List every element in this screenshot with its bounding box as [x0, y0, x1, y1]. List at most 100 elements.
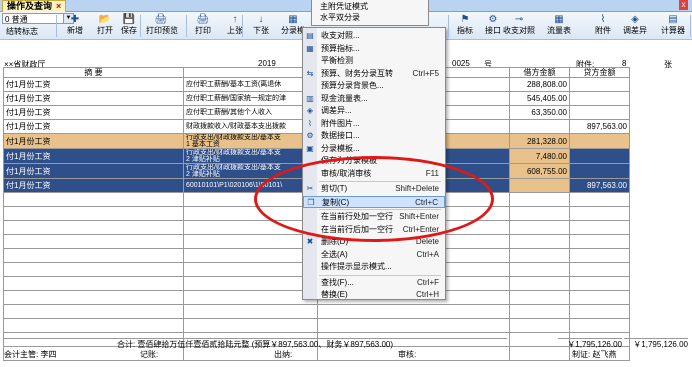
menu-item-16[interactable]: ✖ 删除(D) Delete [303, 236, 445, 248]
menu-item-8[interactable]: ⚙ 数据接口... [303, 130, 445, 142]
tab-operations[interactable]: 操作及查询 × [2, 0, 67, 12]
adjust-button[interactable]: ◈ 调差异 [618, 13, 652, 39]
attachment-button[interactable]: ⌇ 附件 [586, 13, 620, 39]
empty-cell[interactable] [3, 304, 184, 319]
tab-close-icon[interactable]: × [56, 1, 61, 11]
empty-cell[interactable] [3, 248, 184, 263]
empty-cell[interactable] [183, 192, 318, 207]
empty-cell[interactable] [183, 206, 318, 221]
transfer-flag-label[interactable]: 结转标志 [6, 26, 38, 37]
empty-cell[interactable] [569, 276, 630, 291]
empty-cell[interactable] [183, 248, 318, 263]
menu-item-6[interactable]: ◈ 调差异... [303, 105, 445, 117]
empty-cell[interactable] [3, 220, 184, 235]
empty-cell[interactable] [509, 304, 570, 319]
empty-cell[interactable] [3, 262, 184, 277]
menu-item-5[interactable]: ▥ 现金流量表... [303, 93, 445, 105]
menu-item-10[interactable]: 保存为分录模板 [303, 155, 445, 167]
empty-cell[interactable] [509, 248, 570, 263]
menu-item-13[interactable]: ❐ 复制(C) Ctrl+C [303, 195, 445, 208]
print-preview-button[interactable]: 🖨 打印预览 [146, 13, 178, 39]
empty-cell[interactable] [3, 234, 184, 249]
empty-cell[interactable] [569, 262, 630, 277]
empty-cell[interactable] [3, 192, 184, 207]
account-cell[interactable]: 60010101\P1\020106\1\50101\ [183, 178, 318, 193]
menu-item-18[interactable]: 操作提示显示模式... [303, 261, 445, 273]
menu-item-12[interactable]: ✂ 剪切(T) Shift+Delete [303, 183, 445, 195]
summary-cell[interactable]: 付1月份工资 [3, 105, 184, 120]
empty-cell[interactable] [509, 262, 570, 277]
debit-cell[interactable] [509, 178, 570, 193]
account-cell[interactable]: 行政支出/财政拨款支出/基本支 1 基本工资 [183, 133, 318, 149]
debit-cell[interactable]: 281,328.00 [509, 133, 570, 149]
summary-cell[interactable]: 付1月份工资 [3, 133, 184, 149]
debit-cell[interactable]: 545,405.00 [509, 91, 570, 106]
credit-cell[interactable] [569, 77, 630, 92]
menu-item-11[interactable]: 审核/取消审核 F11 [303, 168, 445, 180]
empty-cell[interactable] [569, 318, 630, 333]
empty-cell[interactable] [183, 220, 318, 235]
empty-cell[interactable] [509, 206, 570, 221]
debit-cell[interactable]: 288,808.00 [509, 77, 570, 92]
empty-cell[interactable] [183, 304, 318, 319]
empty-cell[interactable] [317, 318, 510, 333]
menu-item-17[interactable]: 全选(A) Ctrl+A [303, 249, 445, 261]
menu-item-1[interactable]: ▦ 预算指标... [303, 43, 445, 55]
empty-cell[interactable] [509, 276, 570, 291]
empty-cell[interactable] [183, 276, 318, 291]
empty-cell[interactable] [3, 318, 184, 333]
empty-cell[interactable] [183, 262, 318, 277]
menu-item-4[interactable]: 预算分录背景色... [303, 80, 445, 92]
menu-item-7[interactable]: ⌇ 附件图片... [303, 118, 445, 130]
account-cell[interactable]: 应付职工薪酬/其他个人收入 [183, 105, 318, 120]
credit-cell[interactable] [569, 148, 630, 164]
summary-cell[interactable]: 付1月份工资 [3, 148, 184, 164]
empty-cell[interactable] [569, 290, 630, 305]
empty-cell[interactable] [509, 318, 570, 333]
calculator-button[interactable]: ▤ 计算器 [656, 13, 690, 39]
empty-cell[interactable] [569, 192, 630, 207]
credit-cell[interactable] [569, 133, 630, 149]
menu-item-9[interactable]: ▣ 分录模板... [303, 143, 445, 155]
debit-cell[interactable] [509, 119, 570, 134]
menu-item-2[interactable]: 平衡检测 [303, 55, 445, 67]
empty-cell[interactable] [509, 220, 570, 235]
empty-cell[interactable] [317, 304, 510, 319]
account-cell[interactable]: 应付职工薪酬/国家统一规定的津 [183, 91, 318, 106]
empty-cell[interactable] [183, 318, 318, 333]
summary-cell[interactable]: 付1月份工资 [3, 77, 184, 92]
menu-item-0[interactable]: ▤ 收支对照... [303, 30, 445, 42]
print-button[interactable]: 🖨 打印 [188, 13, 218, 39]
menu-item-3[interactable]: ⇆ 预算、财务分录互转 Ctrl+F5 [303, 68, 445, 80]
credit-cell[interactable] [569, 163, 630, 179]
credit-cell[interactable] [569, 105, 630, 120]
debit-cell[interactable]: 7,480.00 [509, 148, 570, 164]
empty-cell[interactable] [569, 206, 630, 221]
empty-cell[interactable] [569, 304, 630, 319]
empty-cell[interactable] [509, 192, 570, 207]
empty-cell[interactable] [569, 234, 630, 249]
summary-cell[interactable]: 付1月份工资 [3, 178, 184, 193]
empty-row[interactable] [3, 318, 630, 333]
credit-cell[interactable] [569, 91, 630, 106]
menu-item-14[interactable]: 在当前行处加一空行 Shift+Enter [303, 211, 445, 223]
empty-row[interactable] [3, 304, 630, 319]
account-cell[interactable]: 行政支出/财政拨款支出/基本支 2 津贴补贴 [183, 148, 318, 164]
empty-cell[interactable] [509, 234, 570, 249]
empty-cell[interactable] [183, 234, 318, 249]
empty-cell[interactable] [3, 290, 184, 305]
account-cell[interactable]: 行政支出/财政拨款支出/基本支 2 津贴补贴 [183, 163, 318, 179]
empty-cell[interactable] [3, 276, 184, 291]
empty-cell[interactable] [509, 290, 570, 305]
empty-cell[interactable] [569, 220, 630, 235]
next-button[interactable]: ↓ 下张 [246, 13, 276, 39]
empty-cell[interactable] [3, 206, 184, 221]
window-close-icon[interactable]: x [679, 0, 688, 10]
credit-cell[interactable]: 897,563.00 [569, 178, 630, 193]
new-button[interactable]: ✚ 新增 [60, 13, 90, 39]
account-cell[interactable]: 财政拨款收入/财政基本支出拨款 [183, 119, 318, 134]
compare-button[interactable]: ⊸ 收支对照 [502, 13, 536, 39]
credit-cell[interactable]: 897,563.00 [569, 119, 630, 134]
summary-cell[interactable]: 付1月份工资 [3, 119, 184, 134]
empty-cell[interactable] [569, 248, 630, 263]
